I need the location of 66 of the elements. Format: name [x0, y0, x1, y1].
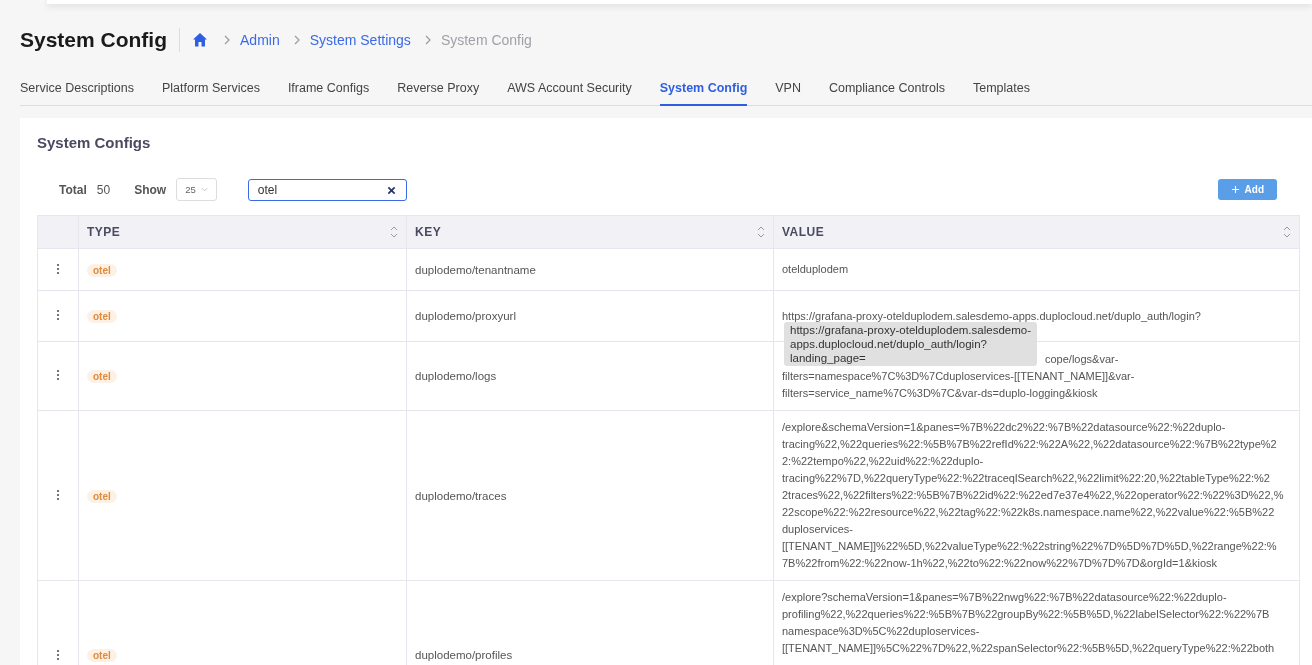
breadcrumb-link[interactable]: Admin [240, 32, 280, 48]
type-tag: otel [87, 649, 117, 662]
type-tag: otel [87, 263, 117, 277]
chevron-icon [224, 35, 231, 45]
tab[interactable]: Service Descriptions [20, 74, 134, 106]
tab[interactable]: AWS Account Security [507, 74, 632, 106]
home-icon[interactable] [192, 32, 209, 48]
value-line: tracing%22%7D,%22queryType%22:%22traceqlSearch%22,%22limit%22:20,%22tableType%22:%2 [782, 472, 1270, 484]
column-header: VALUE [782, 225, 825, 239]
value-line: /explore?schemaVersion=1&panes=%7B%22nwg%22:%7B%22datasource%22:%22duplo- [782, 591, 1227, 603]
value-line: namespace%3D%5C%22duploservices- [782, 625, 980, 637]
clear-icon[interactable] [386, 185, 396, 195]
value-line: 2:%22tempo%22,%22uid%22:%22duplo- [782, 455, 984, 467]
tab[interactable]: Compliance Controls [828, 74, 945, 106]
table-cell: duplodemo/logs [415, 370, 497, 382]
value-line: filters=namespace%7C%3D%7Cduploservices-[[TENANT_NAME]]&var- [782, 369, 1135, 382]
search-field[interactable]: otel [247, 178, 407, 201]
value-line: https://grafana-proxy-otelduplodem.salesdemo-apps.duplocloud.net/duplo_auth/login? [782, 309, 1201, 322]
page-size-select[interactable]: 25 [176, 178, 217, 201]
value-line: 2traces%22,%22filters%22:%5B%7B%22id%22:%22ed7e37e4%22,%22operator%22:%22%3D%22,% [782, 489, 1284, 501]
chevron-down-icon [200, 187, 208, 192]
value-line: [[TENANT_NAME]]%22%5D,%22valueType%22:%22string%22%7D%5D%7D%5D,%22range%22:% [782, 540, 1277, 552]
table-cell: duplodemo/tenantname [415, 263, 536, 276]
show-label: Show [134, 182, 167, 197]
value-line: filters=service_name%7C%3D%7C&var-ds=duplo-logging&kiosk [782, 386, 1098, 399]
table-cell: duplodemo/traces [415, 489, 507, 502]
value-line: cope/logs&var- [1045, 352, 1119, 365]
tab[interactable]: Reverse Proxy [397, 74, 480, 106]
tab[interactable]: Templates [973, 74, 1030, 106]
value-line: otelduplodem [782, 263, 849, 275]
total-count: 50 [96, 182, 111, 197]
chevron-icon [293, 35, 300, 45]
breadcrumb-current: System Config [440, 32, 532, 48]
sort-icon[interactable] [1283, 225, 1291, 239]
tab[interactable]: System Config [659, 74, 748, 106]
more-icon[interactable] [56, 488, 60, 501]
more-icon[interactable] [56, 262, 60, 275]
column-header: KEY [415, 225, 442, 239]
type-tag: otel [87, 370, 117, 383]
type-tag: otel [87, 489, 117, 503]
plus-icon [1230, 185, 1240, 194]
value-line: duploservices- [782, 523, 853, 535]
table-cell: duplodemo/proxyurl [415, 310, 516, 322]
card-title: System Configs [37, 134, 152, 151]
tooltip: https://grafana-proxy-otelduplodem.salesdemo- apps.duplocloud.net/duplo_auth/login? landing_page= [784, 322, 1037, 366]
tab[interactable]: Platform Services [161, 74, 260, 106]
more-icon[interactable] [56, 369, 60, 381]
sort-icon[interactable] [757, 225, 765, 239]
breadcrumb-link[interactable]: System Settings [309, 32, 411, 48]
value-line: /explore&schemaVersion=1&panes=%7B%22dc2%22:%7B%22datasource%22:%22duplo- [782, 421, 1226, 433]
more-icon[interactable] [56, 309, 60, 321]
page-title: System Config [20, 28, 168, 52]
value-line: tracing%22,%22queries%22:%5B%7B%22refId%22:%22A%22,%22datasource%22:%7B%22type%2 [782, 438, 1277, 450]
type-tag: otel [87, 310, 117, 323]
total-label: Total [59, 182, 87, 197]
value-line: 7B%22from%22:%22now-1h%22,%22to%22:%22now%22%7D%7D%7D&orgId=1&kiosk [782, 557, 1218, 569]
more-icon[interactable] [56, 649, 60, 661]
tab[interactable]: VPN [775, 74, 801, 106]
table-cell: duplodemo/profiles [415, 649, 513, 661]
value-line: 22scope%22:%22resource%22,%22tag%22:%22k8s.namespace.name%22,%22value%22:%5B%22 [782, 506, 1275, 518]
chevron-icon [424, 35, 431, 45]
tab[interactable]: Iframe Configs [287, 74, 370, 106]
value-line: [[TENANT_NAME]]%5C%22%7D%22,%22spanSelector%22:%5B%5D,%22queryType%22:%22both [782, 642, 1275, 654]
column-header: TYPE [87, 225, 121, 239]
value-line: profiling%22,%22queries%22:%5B%7B%22groupBy%22:%5B%5D,%22labelSelector%22:%22%7B [782, 608, 1270, 620]
sort-icon[interactable] [390, 225, 398, 239]
